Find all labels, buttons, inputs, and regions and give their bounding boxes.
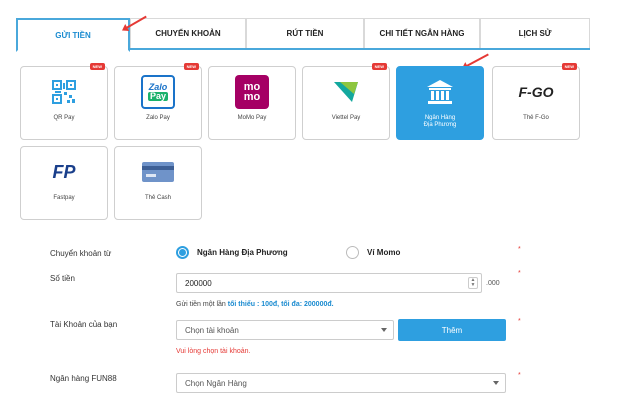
account-select-value: Chọn tài khoản — [185, 325, 239, 335]
radio-unchecked-icon — [346, 246, 359, 259]
cash-card-icon — [141, 155, 175, 189]
tab-transfer[interactable]: CHUYỂN KHOẢN — [130, 18, 246, 48]
tab-history[interactable]: LỊCH SỬ — [480, 18, 590, 48]
radio-momo-label: Ví Momo — [367, 248, 401, 257]
amount-value: 200000 — [185, 278, 212, 288]
tab-withdraw[interactable]: RÚT TIỀN — [246, 18, 364, 48]
bank-label: Ngân hàng FUN88 — [50, 374, 117, 383]
radio-momo-wallet[interactable]: Ví Momo — [346, 246, 400, 259]
method-zalo-pay[interactable]: NEW Zalo Pay Zalo Pay — [114, 63, 202, 140]
method-label: Ngân Hàng Địa Phương — [423, 115, 457, 128]
add-account-button[interactable]: Thêm — [398, 319, 506, 341]
momo-logo-text: mo — [243, 91, 261, 103]
radio-checked-icon — [176, 246, 189, 259]
amount-stepper[interactable]: ▲ ▼ — [468, 277, 478, 289]
fgo-logo-text: F-GO — [518, 84, 554, 100]
method-qr-pay[interactable]: NEW QR Pay — [20, 63, 108, 140]
amount-hint: Gửi tiền một lần tối thiểu : 100đ, tối đ… — [176, 301, 334, 308]
qr-code-icon — [47, 75, 81, 109]
method-cash-card[interactable]: Thẻ Cash — [114, 146, 202, 220]
bank-select[interactable]: Chọn Ngân Hàng — [176, 373, 506, 393]
zalopay-icon: Zalo Pay — [141, 75, 175, 109]
account-error: Vui lòng chọn tài khoản. — [176, 348, 251, 355]
method-fastpay[interactable]: FP Fastpay — [20, 146, 108, 220]
required-mark: * — [518, 270, 521, 277]
required-mark: * — [518, 246, 521, 253]
chevron-down-icon — [493, 381, 499, 385]
method-local-bank[interactable]: Ngân Hàng Địa Phương — [396, 66, 484, 140]
deposit-page: GỬI TIỀN CHUYỂN KHOẢN RÚT TIỀN CHI TIẾT … — [0, 0, 640, 400]
viettelpay-icon — [329, 75, 363, 109]
bank-icon — [423, 75, 457, 109]
method-momo-pay[interactable]: mo mo MoMo Pay — [208, 66, 296, 140]
new-badge: NEW — [183, 63, 199, 70]
chevron-down-icon — [381, 328, 387, 332]
tab-deposit[interactable]: GỬI TIỀN — [16, 18, 130, 52]
method-label: Viettel Pay — [331, 115, 361, 121]
fastpay-icon: FP — [47, 155, 81, 189]
new-badge: NEW — [561, 63, 577, 70]
fgo-card-icon: F-GO — [506, 75, 566, 109]
account-select[interactable]: Chọn tài khoản — [176, 320, 394, 340]
method-label: Thẻ Cash — [144, 195, 171, 201]
required-mark: * — [518, 318, 521, 325]
radio-local-bank-label: Ngân Hàng Địa Phương — [197, 248, 288, 257]
method-label: QR Pay — [53, 115, 75, 121]
method-label: Thẻ F-Go — [523, 115, 549, 121]
amount-label: Số tiền — [50, 274, 75, 283]
stepper-down-icon: ▼ — [470, 282, 476, 288]
method-viettel-pay[interactable]: NEW Viettel Pay — [302, 63, 390, 140]
fastpay-logo-text: FP — [52, 161, 76, 182]
radio-local-bank[interactable]: Ngân Hàng Địa Phương — [176, 246, 288, 259]
hint-limits: tối thiểu : 100đ, tối đa: 200000đ. — [227, 301, 334, 308]
hint-prefix: Gửi tiền một lần — [176, 301, 226, 308]
new-badge: NEW — [371, 63, 387, 70]
transfer-from-label: Chuyển khoản từ — [50, 249, 112, 258]
zalo-pay-logo-text: Pay — [147, 91, 168, 101]
method-label: Zalo Pay — [146, 115, 170, 121]
tab-bank-details[interactable]: CHI TIẾT NGÂN HÀNG — [364, 18, 480, 48]
method-label: Fastpay — [53, 195, 75, 201]
tab-bar: GỬI TIỀN CHUYỂN KHOẢN RÚT TIỀN CHI TIẾT … — [16, 18, 590, 52]
method-f-go-card[interactable]: NEW F-GO Thẻ F-Go — [492, 63, 580, 140]
method-label: MoMo Pay — [237, 115, 267, 121]
amount-suffix: .000 — [486, 280, 500, 287]
new-badge: NEW — [89, 63, 105, 70]
bank-select-value: Chọn Ngân Hàng — [185, 378, 247, 388]
momo-icon: mo mo — [235, 75, 269, 109]
account-label: Tài Khoản của bạn — [50, 320, 118, 329]
required-mark: * — [518, 372, 521, 379]
amount-input[interactable]: 200000 ▲ ▼ — [176, 273, 482, 293]
